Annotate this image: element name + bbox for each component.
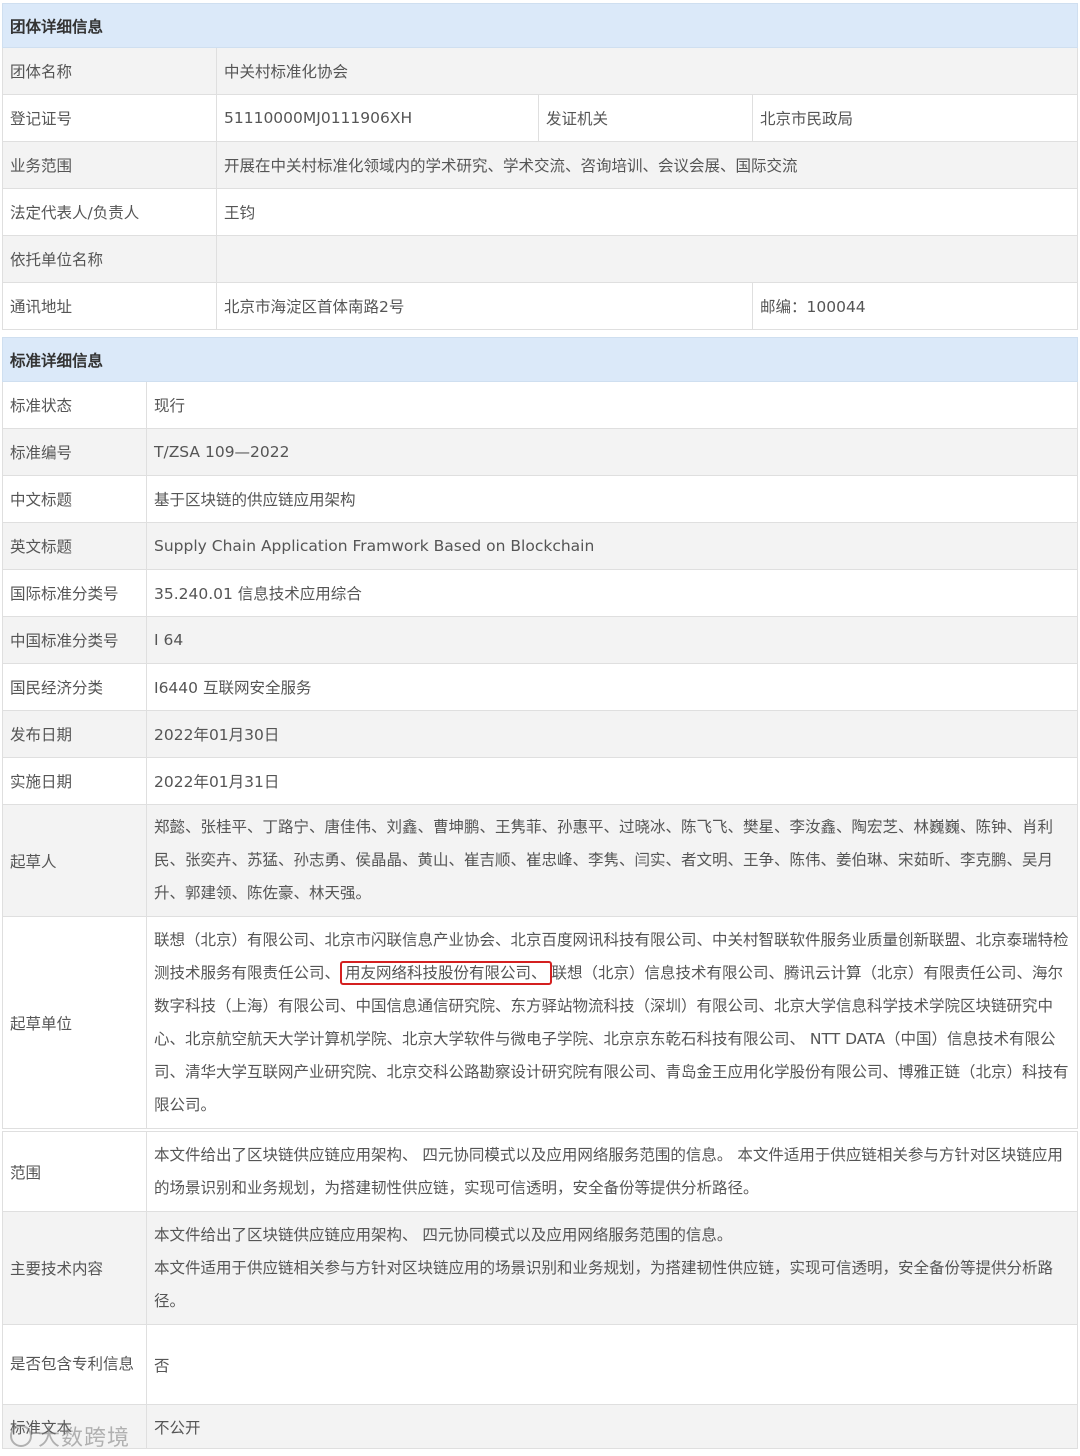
ics-code-label: 国际标准分类号 bbox=[2, 569, 147, 617]
sponsor-unit-label: 依托单位名称 bbox=[2, 235, 217, 283]
standard-status-value: 现行 bbox=[145, 381, 1079, 429]
standard-detail-table: 范围 本文件给出了区块链供应链应用架构、 四元协同模式以及应用网络服务范围的信息… bbox=[2, 1131, 1078, 1449]
ics-code-value: 35.240.01 信息技术应用综合 bbox=[145, 569, 1079, 617]
economic-class-value: I6440 互联网安全服务 bbox=[145, 663, 1079, 711]
patent-info-label: 是否包含专利信息 bbox=[2, 1324, 147, 1405]
business-scope-label: 业务范围 bbox=[2, 141, 217, 189]
technical-content-line-1: 本文件给出了区块链供应链应用架构、 四元协同模式以及应用网络服务范围的信息。 bbox=[154, 1225, 733, 1244]
economic-class-label: 国民经济分类 bbox=[2, 663, 147, 711]
standard-info-table: 标准详细信息 标准状态 现行 标准编号 T/ZSA 109—2022 中文标题 … bbox=[1, 337, 1079, 1129]
implement-date-label: 实施日期 bbox=[2, 757, 147, 805]
chinese-title-value: 基于区块链的供应链应用架构 bbox=[145, 475, 1079, 523]
technical-content-line-2: 本文件适用于供应链相关参与方针对区块链应用的场景识别和业务规划，为搭建韧性供应链… bbox=[154, 1258, 1054, 1310]
standard-number-value: T/ZSA 109—2022 bbox=[145, 428, 1079, 476]
postcode-value: 邮编：100044 bbox=[751, 282, 1079, 330]
ccs-code-label: 中国标准分类号 bbox=[2, 616, 147, 664]
issuing-authority-label: 发证机关 bbox=[538, 94, 753, 142]
registration-number-label: 登记证号 bbox=[2, 94, 217, 142]
group-info-table: 团体详细信息 团体名称 中关村标准化协会 登记证号 51110000MJ0111… bbox=[1, 3, 1079, 330]
implement-date-value: 2022年01月31日 bbox=[145, 757, 1079, 805]
standard-info-header: 标准详细信息 bbox=[1, 337, 1079, 382]
ccs-code-value: I 64 bbox=[145, 616, 1079, 664]
publish-date-label: 发布日期 bbox=[2, 710, 147, 758]
watermark: 大数跨境 bbox=[10, 1420, 130, 1452]
address-value: 北京市海淀区首体南路2号 bbox=[216, 282, 753, 330]
registration-number-value: 51110000MJ0111906XH bbox=[216, 94, 539, 142]
group-name-value: 中关村标准化协会 bbox=[215, 47, 1079, 95]
standard-number-label: 标准编号 bbox=[2, 428, 147, 476]
sponsor-unit-value bbox=[215, 235, 1079, 283]
english-title-value: Supply Chain Application Framwork Based … bbox=[145, 522, 1079, 570]
chinese-title-label: 中文标题 bbox=[2, 475, 147, 523]
issuing-authority-value: 北京市民政局 bbox=[751, 94, 1079, 142]
highlighted-unit: 用友网络科技股份有限公司、 bbox=[340, 960, 552, 985]
watermark-logo-icon bbox=[10, 1425, 32, 1447]
drafters-value: 郑懿、张桂平、丁路宁、唐佳伟、刘鑫、曹坤鹏、王隽菲、孙惠平、过晓冰、陈飞飞、樊星… bbox=[145, 804, 1079, 917]
group-info-header: 团体详细信息 bbox=[1, 3, 1079, 48]
english-title-label: 英文标题 bbox=[2, 522, 147, 570]
group-name-label: 团体名称 bbox=[2, 47, 217, 95]
patent-info-value: 否 bbox=[146, 1324, 1078, 1405]
drafting-units-text-after: 联想（北京）信息技术有限公司、腾讯云计算（北京）有限责任公司、海尔数字科技（上海… bbox=[154, 963, 1069, 1114]
technical-content-value: 本文件给出了区块链供应链应用架构、 四元协同模式以及应用网络服务范围的信息。本文… bbox=[146, 1211, 1078, 1325]
business-scope-value: 开展在中关村标准化领域内的学术研究、学术交流、咨询培训、会议会展、国际交流 bbox=[215, 141, 1079, 189]
watermark-text: 大数跨境 bbox=[38, 1426, 131, 1451]
legal-representative-label: 法定代表人/负责人 bbox=[2, 188, 217, 236]
address-label: 通讯地址 bbox=[2, 282, 217, 330]
publish-date-value: 2022年01月30日 bbox=[145, 710, 1079, 758]
standard-text-value: 不公开 bbox=[146, 1404, 1078, 1449]
drafting-units-value: 联想（北京）有限公司、北京市闪联信息产业协会、北京百度网讯科技有限公司、中关村智… bbox=[145, 916, 1079, 1129]
legal-representative-value: 王钧 bbox=[215, 188, 1079, 236]
drafting-units-label: 起草单位 bbox=[2, 916, 147, 1129]
scope-value: 本文件给出了区块链供应链应用架构、 四元协同模式以及应用网络服务范围的信息。 本… bbox=[146, 1131, 1078, 1212]
drafters-label: 起草人 bbox=[2, 804, 147, 917]
standard-status-label: 标准状态 bbox=[2, 381, 147, 429]
scope-label: 范围 bbox=[2, 1131, 147, 1212]
technical-content-label: 主要技术内容 bbox=[2, 1211, 147, 1325]
